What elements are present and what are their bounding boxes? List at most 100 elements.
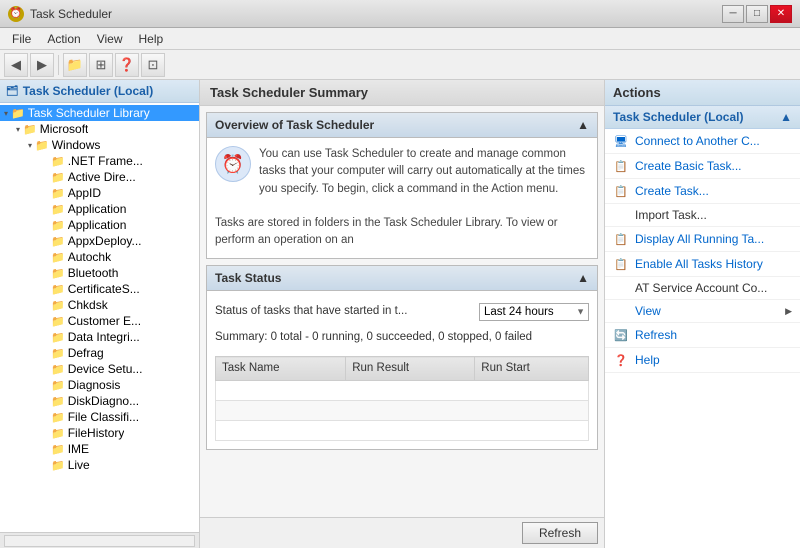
minimize-button[interactable]: ─ (722, 5, 744, 23)
maximize-button[interactable]: □ (746, 5, 768, 23)
action-item[interactable]: 📋Create Basic Task... (605, 154, 800, 179)
action-icon: 📋 (613, 256, 629, 272)
status-dropdown[interactable]: Last 24 hours Last 7 days Last 30 days (479, 303, 589, 321)
window-controls: ─ □ ✕ (722, 5, 792, 23)
action-item[interactable]: 📋Display All Running Ta... (605, 227, 800, 252)
action-icon: 🖥 (613, 133, 629, 149)
folder-icon: 📁 (51, 235, 65, 248)
forward-button[interactable]: ▶ (30, 53, 54, 77)
tree-item-label: CertificateS... (68, 282, 140, 296)
tree-item[interactable]: 📁DiskDiagno... (0, 393, 199, 409)
folder-icon: 📁 (51, 267, 65, 280)
tree-item[interactable]: 📁IME (0, 441, 199, 457)
right-panel: Actions Task Scheduler (Local) ▲ 🖥Connec… (605, 80, 800, 548)
tree-item[interactable]: ▾📁Task Scheduler Library (0, 105, 199, 121)
status-dropdown-wrapper: Last 24 hours Last 7 days Last 30 days ▼ (479, 303, 589, 321)
action-label: Refresh (635, 328, 792, 342)
extra-button[interactable]: ⊡ (141, 53, 165, 77)
tree-item-label: Microsoft (40, 122, 89, 136)
refresh-button[interactable]: Refresh (522, 522, 598, 544)
tree-item[interactable]: ▾📁Windows (0, 137, 199, 153)
task-status-content: Status of tasks that have started in t..… (207, 291, 597, 450)
tree-item-label: Chkdsk (68, 298, 108, 312)
horizontal-scrollbar[interactable] (4, 535, 195, 547)
tree-item[interactable]: 📁File Classifi... (0, 409, 199, 425)
back-button[interactable]: ◀ (4, 53, 28, 77)
action-item[interactable]: View▶ (605, 300, 800, 323)
tree-item[interactable]: 📁Active Dire... (0, 169, 199, 185)
summary-text: Summary: 0 total - 0 running, 0 succeede… (215, 325, 589, 350)
tree-item[interactable]: 📁Customer E... (0, 313, 199, 329)
tree-item[interactable]: 📁Data Integri... (0, 329, 199, 345)
folder-icon: 📁 (51, 155, 65, 168)
toolbar: ◀ ▶ 📁 ⊞ ❓ ⊡ (0, 50, 800, 80)
help-button[interactable]: ❓ (115, 53, 139, 77)
tree-item[interactable]: 📁Live (0, 457, 199, 473)
tree-item[interactable]: 📁.NET Frame... (0, 153, 199, 169)
tree-container[interactable]: ▾📁Task Scheduler Library▾📁Microsoft▾📁Win… (0, 103, 199, 532)
folder-icon: 📁 (51, 331, 65, 344)
tree-item[interactable]: 📁Device Setu... (0, 361, 199, 377)
overview-section-header[interactable]: Overview of Task Scheduler ▲ (207, 113, 597, 138)
left-panel-title: Task Scheduler (Local) (23, 84, 153, 98)
tree-item[interactable]: 📁FileHistory (0, 425, 199, 441)
tree-item[interactable]: 📁AppxDeploy... (0, 233, 199, 249)
overview-text2: Tasks are stored in folders in the Task … (215, 215, 589, 250)
expand-icon: ▾ (16, 125, 20, 134)
action-group-header[interactable]: Task Scheduler (Local) ▲ (605, 106, 800, 129)
folder-button[interactable]: 📁 (63, 53, 87, 77)
overview-icon: ⏰ (215, 146, 251, 182)
menu-file[interactable]: File (4, 30, 39, 48)
menu-help[interactable]: Help (131, 30, 172, 48)
left-panel: 🗂 Task Scheduler (Local) ▾📁Task Schedule… (0, 80, 200, 548)
tree-item-label: Diagnosis (68, 378, 121, 392)
folder-icon: 📁 (51, 315, 65, 328)
action-item[interactable]: AT Service Account Co... (605, 277, 800, 300)
folder-icon: 📁 (51, 171, 65, 184)
tree-item[interactable]: 📁CertificateS... (0, 281, 199, 297)
action-item[interactable]: Import Task... (605, 204, 800, 227)
tree-item-label: Defrag (68, 346, 104, 360)
menu-view[interactable]: View (89, 30, 131, 48)
close-button[interactable]: ✕ (770, 5, 792, 23)
action-item[interactable]: 📋Create Task... (605, 179, 800, 204)
action-item[interactable]: 🖥Connect to Another C... (605, 129, 800, 154)
left-panel-footer (0, 532, 199, 548)
action-icon: 📋 (613, 183, 629, 199)
action-item[interactable]: ❓Help (605, 348, 800, 373)
folder-icon: 📁 (51, 411, 65, 424)
folder-icon: 📁 (51, 187, 65, 200)
tree-item[interactable]: 📁Application (0, 201, 199, 217)
tree-item[interactable]: 📁Chkdsk (0, 297, 199, 313)
tree-item[interactable]: 📁Application (0, 217, 199, 233)
status-filter-label: Status of tasks that have started in t..… (215, 303, 471, 320)
tree-item[interactable]: ▾📁Microsoft (0, 121, 199, 137)
app-icon: ⏰ (8, 6, 24, 22)
folder-icon: 📁 (51, 459, 65, 472)
tree-item-label: DiskDiagno... (68, 394, 139, 408)
folder-icon: 📁 (51, 299, 65, 312)
expand-icon: ▾ (4, 109, 8, 118)
middle-panel: Task Scheduler Summary Overview of Task … (200, 80, 605, 548)
folder-icon: 📁 (51, 347, 65, 360)
tree-item-label: Device Setu... (68, 362, 143, 376)
col-task-name: Task Name (216, 357, 346, 381)
folder-icon: 📁 (51, 251, 65, 264)
tree-item[interactable]: 📁Diagnosis (0, 377, 199, 393)
tree-item[interactable]: 📁Bluetooth (0, 265, 199, 281)
action-item[interactable]: 🔄Refresh (605, 323, 800, 348)
tree-item-label: Application (68, 202, 127, 216)
grid-button[interactable]: ⊞ (89, 53, 113, 77)
menu-action[interactable]: Action (39, 30, 88, 48)
task-table-header-row: Task Name Run Result Run Start (216, 357, 589, 381)
tree-item[interactable]: 📁AppID (0, 185, 199, 201)
left-panel-header: 🗂 Task Scheduler (Local) (0, 80, 199, 103)
action-label: View (635, 304, 779, 318)
folder-icon: 📁 (51, 363, 65, 376)
task-status-header[interactable]: Task Status ▲ (207, 266, 597, 291)
folder-icon: 📁 (11, 107, 25, 120)
middle-content: Overview of Task Scheduler ▲ ⏰ You can u… (200, 106, 604, 517)
tree-item[interactable]: 📁Defrag (0, 345, 199, 361)
tree-item[interactable]: 📁Autochk (0, 249, 199, 265)
action-item[interactable]: 📋Enable All Tasks History (605, 252, 800, 277)
